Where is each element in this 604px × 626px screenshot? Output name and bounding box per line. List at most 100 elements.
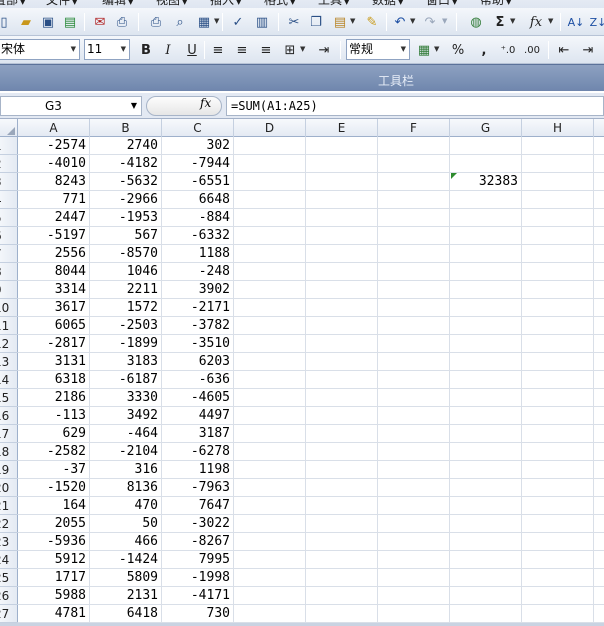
font-name-combo[interactable]: 宋体 ▼ (0, 39, 80, 60)
decrease-decimal-icon[interactable]: .00 (522, 40, 542, 60)
cell-b26[interactable]: 2131 (90, 587, 162, 605)
select-all-corner[interactable] (0, 119, 18, 137)
cell-c17[interactable]: 3187 (162, 425, 234, 443)
cell-b14[interactable]: -6187 (90, 371, 162, 389)
chevron-down-icon[interactable]: ▼ (548, 17, 553, 25)
cell-c13[interactable]: 6203 (162, 353, 234, 371)
cell-a11[interactable]: 6065 (18, 317, 90, 335)
column-header-h[interactable]: H (522, 119, 594, 137)
cell-b20[interactable]: 8136 (90, 479, 162, 497)
row-header-1[interactable]: 1 (0, 137, 18, 155)
cell-b18[interactable]: -2104 (90, 443, 162, 461)
chevron-down-icon[interactable]: ▼ (71, 40, 76, 59)
cell-b21[interactable]: 470 (90, 497, 162, 515)
column-header-e[interactable]: E (306, 119, 378, 137)
cell-a21[interactable]: 164 (18, 497, 90, 515)
number-format-combo[interactable]: 常规 ▼ (346, 39, 410, 60)
row-header-17[interactable]: 17 (0, 425, 18, 443)
align-center-icon[interactable]: ≡ (232, 40, 252, 60)
font-size-combo[interactable]: 11 ▼ (84, 39, 130, 60)
hyperlink-icon[interactable]: ◍ (466, 12, 486, 32)
row-header-24[interactable]: 24 (0, 551, 18, 569)
cell-c25[interactable]: -1998 (162, 569, 234, 587)
cell-b22[interactable]: 50 (90, 515, 162, 533)
cell-a16[interactable]: -113 (18, 407, 90, 425)
column-header-f[interactable]: F (378, 119, 450, 137)
row-header-3[interactable]: 3 (0, 173, 18, 191)
cell-c9[interactable]: 3902 (162, 281, 234, 299)
chevron-down-icon[interactable]: ▼ (131, 97, 137, 115)
row-header-23[interactable]: 23 (0, 533, 18, 551)
cell-b3[interactable]: -5632 (90, 173, 162, 191)
cell-b5[interactable]: -1953 (90, 209, 162, 227)
cell-b9[interactable]: 2211 (90, 281, 162, 299)
cell-a8[interactable]: 8044 (18, 263, 90, 281)
cell-b11[interactable]: -2503 (90, 317, 162, 335)
align-left-icon[interactable]: ≡ (208, 40, 228, 60)
cell-c6[interactable]: -6332 (162, 227, 234, 245)
column-header-g[interactable]: G (450, 119, 522, 137)
chevron-down-icon[interactable]: ▼ (214, 17, 219, 25)
cell-c7[interactable]: 1188 (162, 245, 234, 263)
cell-c19[interactable]: 1198 (162, 461, 234, 479)
new-icon[interactable]: ▯ (0, 12, 14, 32)
row-header-21[interactable]: 21 (0, 497, 18, 515)
cell-a3[interactable]: 8243 (18, 173, 90, 191)
cell-c23[interactable]: -8267 (162, 533, 234, 551)
currency-icon[interactable]: ▦ (414, 40, 434, 60)
cell-b12[interactable]: -1899 (90, 335, 162, 353)
chevron-down-icon[interactable]: ▼ (410, 17, 415, 25)
cell-b27[interactable]: 6418 (90, 605, 162, 623)
cell-c8[interactable]: -248 (162, 263, 234, 281)
cell-a2[interactable]: -4010 (18, 155, 90, 173)
name-box[interactable]: G3 ▼ (0, 96, 142, 116)
cell-c12[interactable]: -3510 (162, 335, 234, 353)
spelling-icon[interactable]: ✓ (228, 12, 248, 32)
row-header-16[interactable]: 16 (0, 407, 18, 425)
cell-g3[interactable]: 32383 (450, 173, 522, 191)
email-icon[interactable]: ✉ (90, 12, 110, 32)
zoom-icon[interactable]: ⌕ (170, 12, 190, 32)
row-header-20[interactable]: 20 (0, 479, 18, 497)
cell-c24[interactable]: 7995 (162, 551, 234, 569)
cell-b10[interactable]: 1572 (90, 299, 162, 317)
sort-descending-icon[interactable]: Z↓ (588, 12, 604, 32)
cell-a9[interactable]: 3314 (18, 281, 90, 299)
row-header-6[interactable]: 6 (0, 227, 18, 245)
column-header-d[interactable]: D (234, 119, 306, 137)
autosum-icon[interactable]: Σ (490, 12, 510, 32)
cell-c10[interactable]: -2171 (162, 299, 234, 317)
save-icon[interactable]: ▣ (38, 12, 58, 32)
cell-c26[interactable]: -4171 (162, 587, 234, 605)
cell-b1[interactable]: 2740 (90, 137, 162, 155)
cell-a27[interactable]: 4781 (18, 605, 90, 623)
chevron-down-icon[interactable]: ▼ (300, 45, 305, 53)
merge-center-icon[interactable]: ⊞ (280, 40, 300, 60)
percent-button[interactable]: % (448, 40, 468, 60)
function-icon[interactable]: fx (526, 12, 546, 32)
row-header-2[interactable]: 2 (0, 155, 18, 173)
cell-a18[interactable]: -2582 (18, 443, 90, 461)
cell-b19[interactable]: 316 (90, 461, 162, 479)
increase-indent-icon[interactable]: ⇥ (578, 40, 598, 60)
row-header-14[interactable]: 14 (0, 371, 18, 389)
research-book-icon[interactable]: ▥ (252, 12, 272, 32)
cell-c5[interactable]: -884 (162, 209, 234, 227)
row-header-11[interactable]: 11 (0, 317, 18, 335)
cell-c27[interactable]: 730 (162, 605, 234, 623)
row-header-26[interactable]: 26 (0, 587, 18, 605)
chevron-down-icon[interactable]: ▼ (401, 40, 406, 59)
cell-c2[interactable]: -7944 (162, 155, 234, 173)
column-header-c[interactable]: C (162, 119, 234, 137)
indent-icon[interactable]: ⇥ (314, 40, 334, 60)
cell-b4[interactable]: -2966 (90, 191, 162, 209)
chevron-down-icon[interactable]: ▼ (510, 17, 515, 25)
increase-decimal-icon[interactable]: ⁺.0 (498, 40, 518, 60)
comma-button[interactable]: , (474, 40, 494, 60)
cell-a24[interactable]: 5912 (18, 551, 90, 569)
cell-c16[interactable]: 4497 (162, 407, 234, 425)
cell-a10[interactable]: 3617 (18, 299, 90, 317)
chevron-down-icon[interactable]: ▼ (434, 45, 439, 53)
row-header-10[interactable]: 10 (0, 299, 18, 317)
cell-c11[interactable]: -3782 (162, 317, 234, 335)
